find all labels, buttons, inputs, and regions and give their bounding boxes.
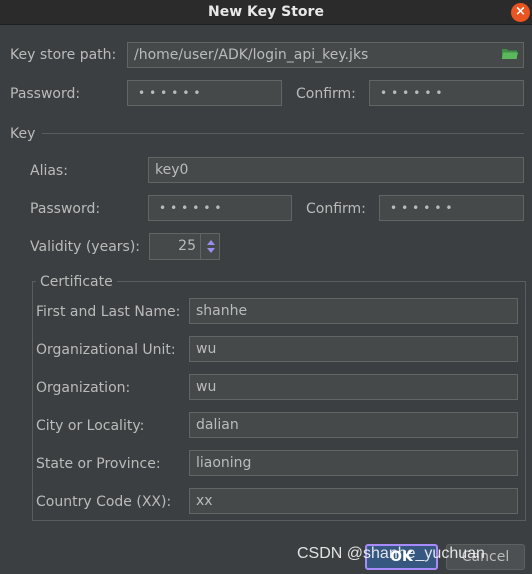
keystore-confirm-field[interactable]: •••••• — [369, 80, 524, 106]
window-title: New Key Store — [208, 4, 324, 20]
keystore-password-field[interactable]: •••••• — [127, 80, 282, 106]
validity-spinner[interactable]: 25 — [149, 233, 220, 260]
chevron-up-icon — [207, 240, 215, 245]
key-section-label: Key — [10, 126, 36, 142]
city-field[interactable]: dalian — [189, 412, 518, 438]
org-unit-label: Organizational Unit: — [36, 342, 176, 358]
key-section-divider — [42, 133, 524, 134]
folder-icon[interactable] — [502, 48, 518, 60]
country-code-field[interactable]: xx — [189, 488, 518, 514]
keystore-path-field[interactable]: /home/user/ADK/login_api_key.jks — [127, 42, 524, 68]
key-password-label: Password: — [30, 201, 101, 217]
keystore-confirm-label: Confirm: — [296, 86, 356, 102]
validity-spinner-buttons[interactable] — [200, 234, 220, 259]
name-label: First and Last Name: — [36, 304, 181, 320]
keystore-path-label: Key store path: — [10, 47, 117, 63]
validity-label: Validity (years): — [30, 239, 141, 255]
watermark-text: CSDN @shanhe_yuchuan — [297, 545, 485, 562]
name-field[interactable]: shanhe — [189, 298, 518, 324]
organization-label: Organization: — [36, 380, 131, 396]
organization-field[interactable]: wu — [189, 374, 518, 400]
state-label: State or Province: — [36, 456, 161, 472]
country-code-label: Country Code (XX): — [36, 494, 172, 510]
state-field[interactable]: liaoning — [189, 450, 518, 476]
key-confirm-field[interactable]: •••••• — [379, 195, 524, 221]
chevron-down-icon — [207, 248, 215, 253]
alias-label: Alias: — [30, 163, 68, 179]
validity-value[interactable]: 25 — [150, 234, 196, 259]
org-unit-field[interactable]: wu — [189, 336, 518, 362]
close-icon[interactable]: × — [511, 3, 530, 22]
city-label: City or Locality: — [36, 418, 145, 434]
alias-field[interactable]: key0 — [148, 157, 524, 183]
key-confirm-label: Confirm: — [306, 201, 366, 217]
key-password-field[interactable]: •••••• — [148, 195, 292, 221]
certificate-section-label: Certificate — [36, 273, 117, 291]
keystore-password-label: Password: — [10, 86, 81, 102]
